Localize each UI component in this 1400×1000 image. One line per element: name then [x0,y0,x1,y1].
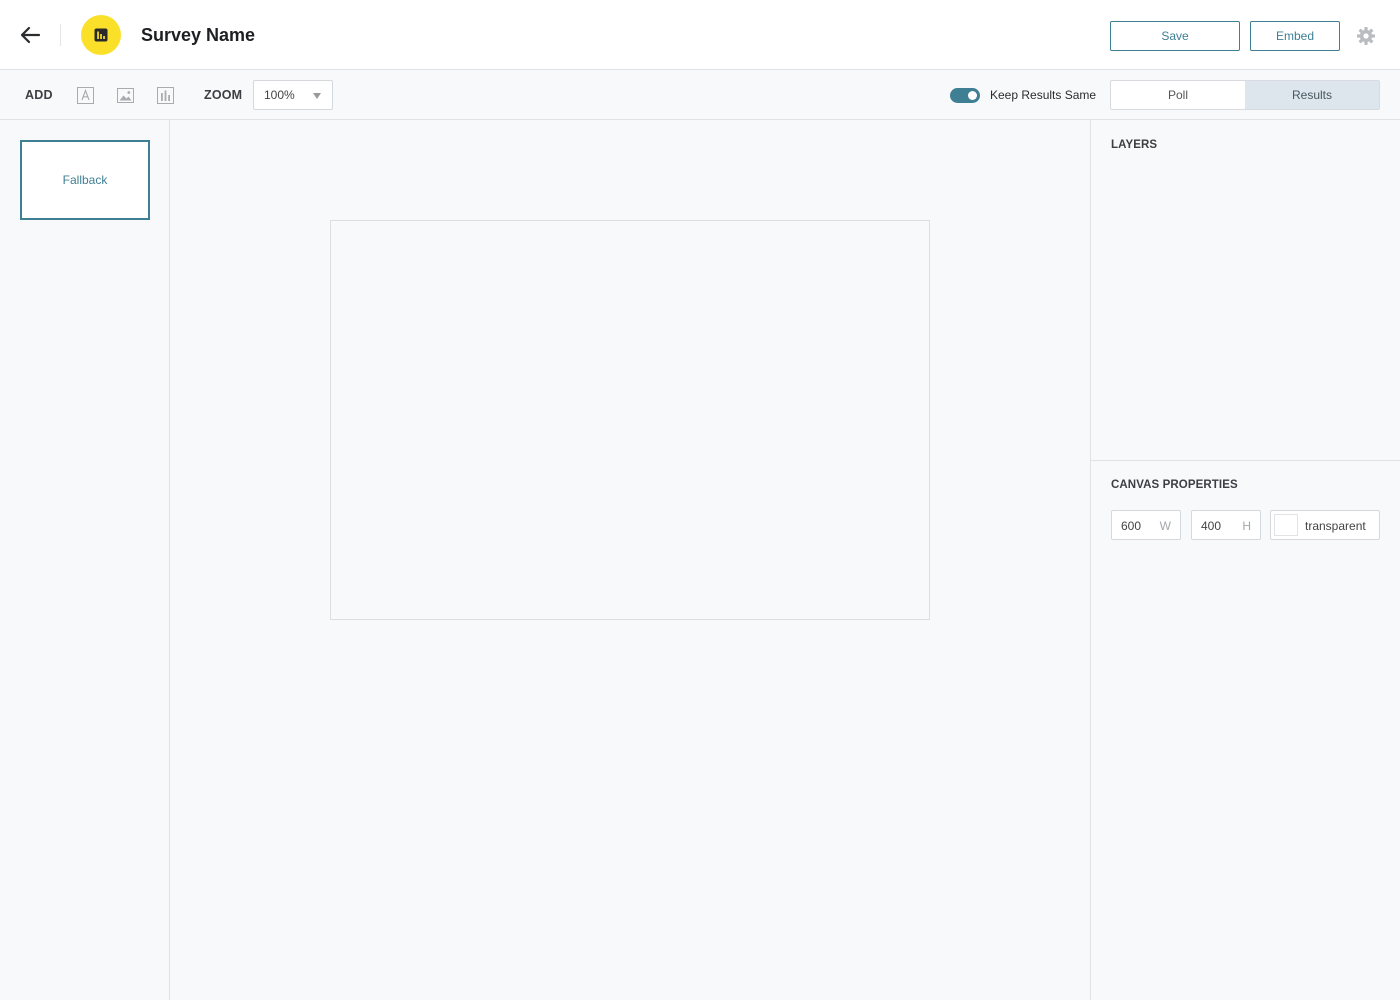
embed-button[interactable]: Embed [1250,21,1340,51]
view-tabs: Poll Results [1110,80,1380,110]
zoom-label: ZOOM [204,88,243,102]
save-button[interactable]: Save [1110,21,1240,51]
zoom-value: 100% [264,88,295,102]
add-label: ADD [25,88,53,102]
canvas-height-value: 400 [1201,519,1222,533]
image-icon[interactable] [116,86,134,104]
zoom-select[interactable]: 100% [253,80,333,110]
bar-chart-icon [94,28,108,42]
properties-panel: LAYERS CANVAS PROPERTIES 600 W 400 H tra… [1090,120,1400,1000]
slides-panel: Fallback [0,120,170,1000]
slide-thumbnail-fallback[interactable]: Fallback [20,140,150,220]
toggle-knob [968,91,977,100]
tab-poll[interactable]: Poll [1111,81,1245,109]
tab-results[interactable]: Results [1245,81,1379,109]
width-unit: W [1159,519,1171,533]
design-canvas[interactable] [330,220,930,620]
canvas-workspace [170,120,1090,1000]
color-swatch[interactable] [1274,514,1298,536]
chevron-down-icon [313,93,321,99]
editor-toolbar: ADD ZOOM 100% Keep Results Same Poll Res… [0,70,1400,120]
canvas-background-field[interactable]: transparent [1270,510,1380,540]
back-arrow-icon[interactable] [14,20,46,50]
panel-divider [1091,460,1400,461]
gear-icon[interactable] [1356,26,1376,46]
canvas-background-value: transparent [1305,519,1366,533]
canvas-width-value: 600 [1121,519,1142,533]
survey-title[interactable]: Survey Name [141,24,255,46]
top-header: Survey Name Save Embed [0,0,1400,70]
canvas-height-field[interactable]: 400 H [1191,510,1261,540]
chart-icon[interactable] [156,86,174,104]
keep-results-label: Keep Results Same [990,88,1097,102]
keep-results-toggle[interactable] [950,88,980,103]
app-logo [81,15,121,55]
header-divider [60,24,61,46]
canvas-properties-title: CANVAS PROPERTIES [1111,479,1238,491]
layers-title: LAYERS [1111,139,1158,151]
canvas-width-field[interactable]: 600 W [1111,510,1181,540]
text-icon[interactable] [76,86,94,104]
height-unit: H [1242,519,1251,533]
